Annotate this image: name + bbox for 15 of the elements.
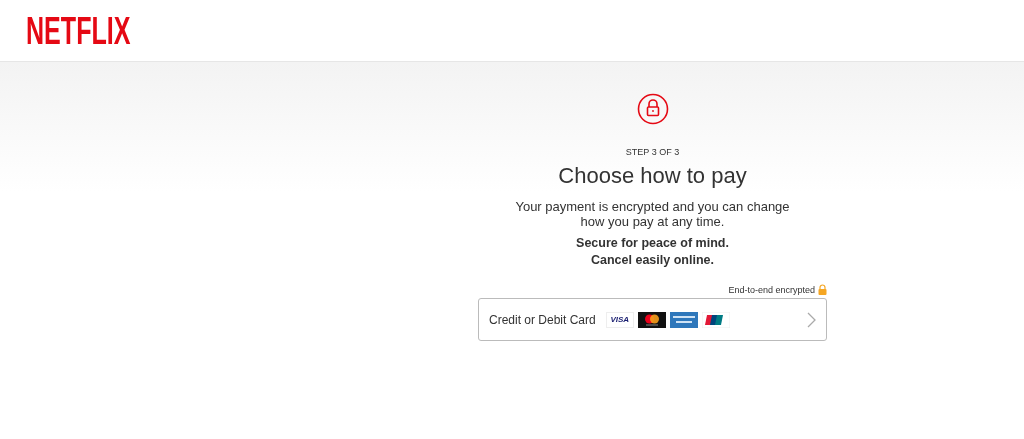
chevron-right-icon	[806, 311, 816, 328]
assurance-text: Secure for peace of mind.	[576, 235, 729, 252]
payment-option-button[interactable]: Credit or Debit Card VISA	[478, 298, 827, 341]
netflix-logo[interactable]: NETFLIX	[26, 14, 131, 48]
mastercard-logo-icon	[637, 311, 666, 328]
visa-logo: VISA	[605, 311, 634, 328]
step-indicator: STEP 3 OF 3	[625, 147, 680, 157]
page-title: Choose how to pay	[558, 163, 747, 189]
encryption-note: End-to-end encrypted	[728, 284, 815, 295]
lock-icon	[636, 93, 669, 125]
unionpay-logo-icon	[701, 311, 730, 328]
assurance-text: Cancel easily online.	[590, 252, 715, 269]
description-text: Your payment is encrypted and you can change how you pay at any time.	[514, 199, 791, 229]
amex-logo-icon	[669, 311, 698, 328]
padlock-icon	[818, 284, 827, 295]
